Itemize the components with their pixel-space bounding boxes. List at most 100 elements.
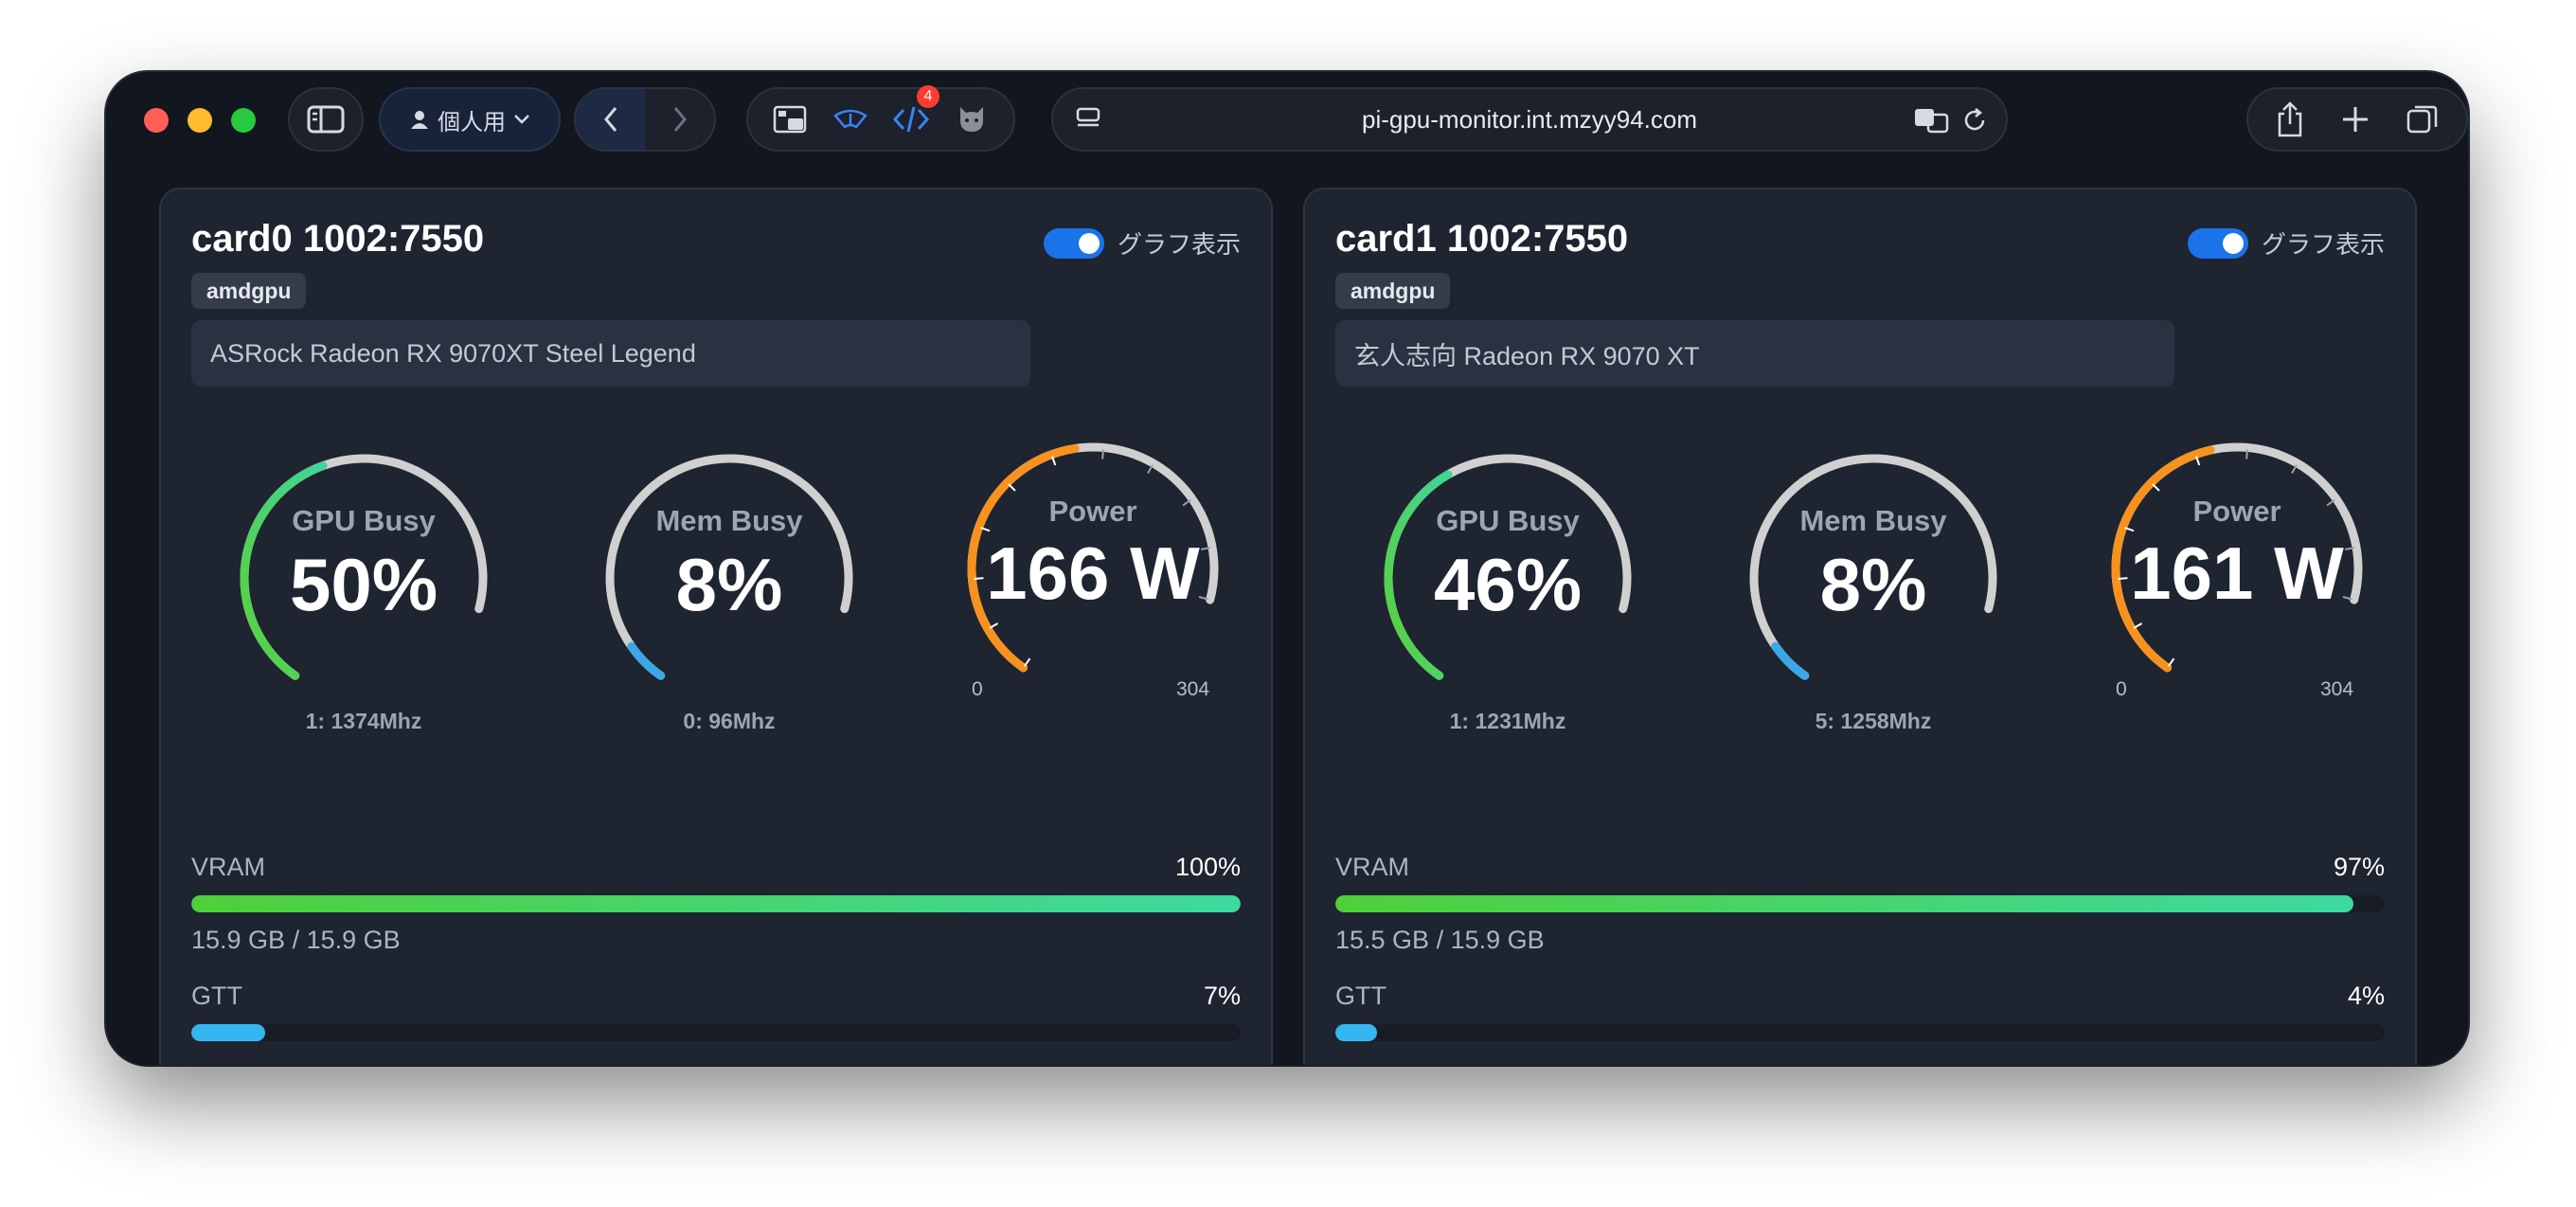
gtt-bar (1335, 1024, 2385, 1041)
gtt-bar-fill (191, 1024, 265, 1041)
gtt-percent: 4% (2347, 982, 2385, 1010)
mem-busy-gauge: Mem Busy 8% 0: 96Mhz (587, 436, 871, 739)
graph-toggle-label: グラフ表示 (2261, 230, 2385, 259)
devtools-extension[interactable]: 4 (892, 85, 939, 138)
driver-badge: amdgpu (1335, 273, 1451, 309)
graph-toggle[interactable]: グラフ表示 (1043, 225, 1241, 261)
mem-busy-gauge: Mem Busy 8% 5: 1258Mhz (1731, 436, 2015, 739)
vram-percent: 100% (1174, 853, 1241, 881)
gpu-card-0: card0 1002:7550 グラフ表示 amdgpu ASRock Rade… (159, 188, 1273, 1065)
gauge-clock: 1: 1231Mhz (1449, 709, 1566, 733)
back-button[interactable] (576, 89, 645, 150)
gtt-label: GTT (1335, 982, 1386, 1010)
reload-icon[interactable] (1960, 106, 1989, 135)
tab-overview-icon[interactable] (2406, 102, 2440, 136)
gauge-clock: 0: 96Mhz (683, 709, 776, 733)
power-tick (1008, 483, 1016, 492)
gauge-value: 8% (1819, 543, 1927, 626)
sidebar-toggle-button[interactable] (288, 87, 364, 152)
sidebar-icon (307, 105, 345, 134)
power-max-label: 304 (1176, 678, 1210, 700)
gauge-label: GPU Busy (1436, 504, 1580, 537)
gauge-label: Mem Busy (655, 504, 803, 537)
gtt-percent: 7% (1203, 982, 1241, 1010)
gauge-fill (1771, 641, 1810, 680)
extension-badge: 4 (917, 85, 939, 108)
picture-in-picture-icon (773, 105, 807, 134)
browser-actions-group (2246, 87, 2468, 152)
power-gauge: Power 166 W 0 304 (951, 436, 1235, 739)
share-icon[interactable] (2275, 100, 2305, 138)
gauge-label: Power (1048, 495, 1137, 528)
gpu-card-1: card1 1002:7550 グラフ表示 amdgpu 玄人志向 Radeon… (1303, 188, 2417, 1065)
power-tick (2167, 658, 2175, 667)
card-title: card1 1002:7550 (1335, 218, 1629, 260)
vram-bar-fill (191, 895, 1241, 912)
profile-label: 個人用 (438, 109, 506, 135)
gpu-busy-gauge: GPU Busy 46% 1: 1231Mhz (1366, 436, 1650, 739)
vram-label: VRAM (1335, 853, 1410, 881)
gpu-model-name: 玄人志向 Radeon RX 9070 XT (1335, 320, 2174, 387)
extensions-group: 4 (746, 85, 1015, 152)
picture-in-picture-extension[interactable] (771, 100, 809, 138)
vram-usage-text: 15.5 GB / 15.9 GB (1335, 926, 1545, 954)
vram-bar (191, 895, 1241, 912)
new-tab-icon[interactable] (2340, 104, 2370, 135)
wiper-icon (833, 109, 868, 129)
address-bar[interactable]: pi-gpu-monitor.int.mzyy94.com (1051, 87, 2008, 152)
driver-badge: amdgpu (191, 273, 307, 309)
gauges-row: GPU Busy 46% 1: 1231Mhz Mem Busy 8% 5: 1… (1305, 436, 2415, 739)
navigation-buttons (574, 87, 716, 152)
person-icon (411, 111, 428, 129)
power-gauge: Power 161 W 0 304 (2095, 436, 2379, 739)
gtt-bar-fill (1335, 1024, 1378, 1041)
chevron-left-icon (603, 107, 617, 132)
gauge-value: 46% (1433, 543, 1583, 626)
close-window-button[interactable] (144, 108, 169, 133)
gauge-value: 50% (289, 543, 438, 626)
graph-toggle[interactable]: グラフ表示 (2187, 225, 2385, 261)
vram-label: VRAM (191, 853, 266, 881)
gpu-model-name: ASRock Radeon RX 9070XT Steel Legend (191, 320, 1030, 387)
gtt-usage: GTT 4% (1335, 982, 2385, 1041)
power-tick (2245, 449, 2248, 459)
power-max-label: 304 (2320, 678, 2354, 700)
zoom-window-button[interactable] (231, 108, 256, 133)
forward-button[interactable] (645, 89, 714, 150)
graph-toggle-switch[interactable] (1043, 227, 1104, 259)
github-extension[interactable] (953, 100, 991, 138)
gauge-fill (627, 641, 666, 680)
gauges-row: GPU Busy 50% 1: 1374Mhz Mem Busy 8% 0: 9… (161, 436, 1271, 739)
page-menu-icon[interactable] (1074, 104, 1102, 137)
chevron-right-icon (673, 107, 687, 132)
gauge-clock: 1: 1374Mhz (305, 709, 422, 733)
gtt-usage: GTT 7% (191, 982, 1241, 1041)
wipr-extension[interactable] (832, 100, 869, 138)
vram-bar-fill (1335, 895, 2353, 912)
vram-usage: VRAM 97% 15.5 GB / 15.9 GB (1335, 853, 2385, 955)
gauge-value: 161 W (2130, 531, 2344, 615)
vram-usage: VRAM 100% 15.9 GB / 15.9 GB (191, 853, 1241, 955)
graph-toggle-label: グラフ表示 (1117, 230, 1241, 259)
power-min-label: 0 (972, 678, 983, 700)
gauge-value: 166 W (986, 531, 1200, 615)
browser-window: 個人用 4 pi-gpu-monitor.int.mzyy94.com card… (106, 72, 2468, 1065)
profile-button[interactable]: 個人用 (379, 87, 561, 152)
gpu-busy-gauge: GPU Busy 50% 1: 1374Mhz (222, 436, 506, 739)
cat-icon (960, 107, 983, 132)
gauge-label: Power (2192, 495, 2281, 528)
translate-icon[interactable] (1913, 106, 1949, 135)
power-tick (1023, 658, 1031, 667)
power-tick (1101, 449, 1104, 459)
graph-toggle-switch[interactable] (2187, 227, 2248, 259)
url-text: pi-gpu-monitor.int.mzyy94.com (1361, 104, 1698, 134)
code-icon (892, 106, 930, 133)
browser-toolbar: 個人用 4 pi-gpu-monitor.int.mzyy94.com (106, 72, 2468, 186)
gtt-label: GTT (191, 982, 242, 1010)
vram-percent: 97% (2333, 853, 2385, 881)
gauge-label: GPU Busy (292, 504, 436, 537)
power-tick (2152, 483, 2160, 492)
vram-usage-text: 15.9 GB / 15.9 GB (191, 926, 401, 954)
vram-bar (1335, 895, 2385, 912)
minimize-window-button[interactable] (188, 108, 212, 133)
